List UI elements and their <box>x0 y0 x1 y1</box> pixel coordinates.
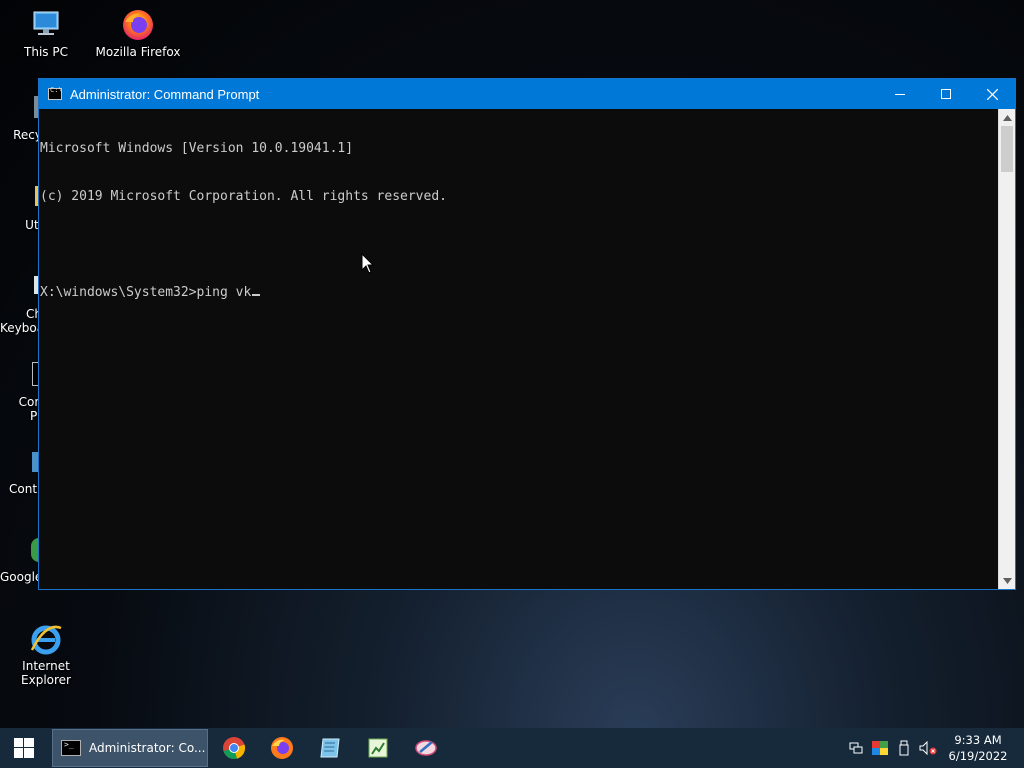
clock-time: 9:33 AM <box>954 733 1002 747</box>
desktop-icon-label: Uti <box>25 218 42 232</box>
console-prompt-line[interactable]: X:\windows\System32>ping vk <box>40 285 998 301</box>
desktop-icon-firefox[interactable]: Mozilla Firefox <box>92 8 184 59</box>
desktop-icon-label: Google <box>0 570 42 584</box>
command-prompt-icon <box>48 86 63 100</box>
taskbar-item-spreadsheet[interactable] <box>354 728 402 768</box>
desktop-icon-label: Mozilla Firefox <box>95 45 181 59</box>
close-button[interactable] <box>969 79 1015 109</box>
computer-icon <box>29 8 63 42</box>
network-icon <box>849 742 863 754</box>
notepad-icon <box>320 738 340 758</box>
taskbar-clock[interactable]: 9:33 AM 6/19/2022 <box>940 732 1016 764</box>
taskbar-item-chrome[interactable] <box>210 728 258 768</box>
desktop-icon-keyboard[interactable]: Ch Keyboa <box>0 276 42 335</box>
command-prompt-window[interactable]: Administrator: Command Prompt Microsoft … <box>38 78 1016 590</box>
display-icon <box>872 741 888 755</box>
desktop-icon-label: Contr <box>9 482 42 496</box>
maximize-icon <box>941 89 951 99</box>
clock-date: 6/19/2022 <box>948 749 1008 763</box>
scroll-down-button[interactable] <box>999 572 1015 589</box>
internet-explorer-icon <box>29 622 63 656</box>
maximize-button[interactable] <box>923 79 969 109</box>
desktop-icon-google-chrome[interactable]: Google <box>0 538 42 584</box>
firefox-icon <box>271 737 293 759</box>
minimize-icon <box>895 94 905 95</box>
mouse-pointer-icon <box>361 253 374 274</box>
desktop-icon-label: Con Pr <box>18 395 42 423</box>
taskbar-item-firefox[interactable] <box>258 728 306 768</box>
taskbar-item-paint[interactable] <box>402 728 450 768</box>
tray-usb[interactable] <box>892 728 916 768</box>
desktop-icon-label: This PC <box>24 45 68 59</box>
minimize-button[interactable] <box>877 79 923 109</box>
desktop-icon-internet-explorer[interactable]: Internet Explorer <box>0 622 92 687</box>
firefox-icon <box>121 8 155 42</box>
command-prompt-icon <box>61 740 81 756</box>
taskbar-item-label: Administrator: Co... <box>89 741 206 755</box>
console-prompt-text: X:\windows\System32>ping vk <box>40 285 252 300</box>
desktop-icon-this-pc[interactable]: This PC <box>0 8 92 59</box>
console-output[interactable]: Microsoft Windows [Version 10.0.19041.1]… <box>39 109 998 589</box>
chevron-down-icon <box>1002 577 1012 584</box>
vertical-scrollbar[interactable] <box>998 109 1015 589</box>
desktop-icon-label: Internet Explorer <box>21 659 71 687</box>
spreadsheet-icon <box>368 738 388 758</box>
text-cursor <box>252 294 261 296</box>
close-icon <box>986 88 998 100</box>
window-title: Administrator: Command Prompt <box>70 86 260 102</box>
desktop-icon-utilities[interactable]: Uti <box>0 186 42 232</box>
start-button[interactable] <box>0 728 48 768</box>
tray-network[interactable] <box>844 728 868 768</box>
window-titlebar[interactable]: Administrator: Command Prompt <box>39 79 1015 109</box>
usb-icon <box>899 740 909 756</box>
console-line: Microsoft Windows [Version 10.0.19041.1] <box>40 141 354 156</box>
taskbar-item-notepad[interactable] <box>306 728 354 768</box>
scroll-up-button[interactable] <box>999 109 1015 126</box>
desktop-icon-command-prompt[interactable]: Con Pr <box>0 362 42 423</box>
tray-display[interactable] <box>868 728 892 768</box>
windows-logo-icon <box>14 738 34 758</box>
volume-muted-icon <box>919 741 937 755</box>
desktop-icon-recycle-bin[interactable]: Recy <box>0 96 42 142</box>
paint-icon <box>415 740 437 756</box>
desktop-icon-label: Recy <box>13 128 42 142</box>
desktop-icon-label: Ch Keyboa <box>0 307 42 335</box>
desktop-icon-control-panel[interactable]: Contr <box>0 452 42 496</box>
system-tray: 9:33 AM 6/19/2022 <box>844 728 1024 768</box>
tray-volume[interactable] <box>916 728 940 768</box>
chrome-icon <box>223 737 246 759</box>
taskbar-item-command-prompt[interactable]: Administrator: Co... <box>52 729 208 767</box>
taskbar: Administrator: Co... <box>0 728 1024 768</box>
console-line: (c) 2019 Microsoft Corporation. All righ… <box>40 189 447 204</box>
chevron-up-icon <box>1002 114 1012 121</box>
scrollbar-thumb[interactable] <box>1001 126 1013 172</box>
